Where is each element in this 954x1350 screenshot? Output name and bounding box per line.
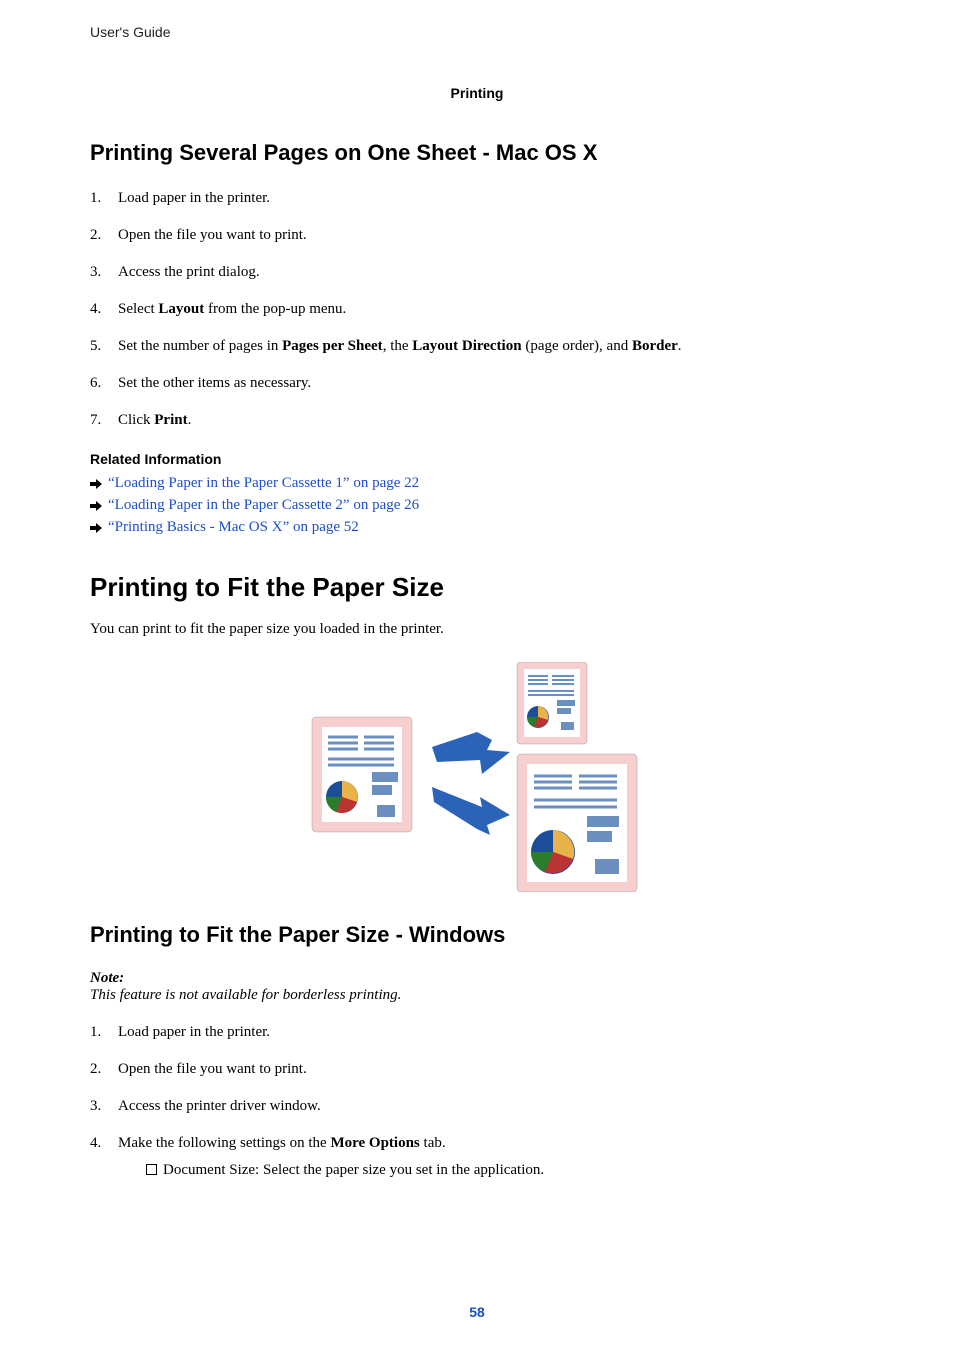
section3-steps: 1.Load paper in the printer. 2.Open the … [90, 1022, 864, 1181]
related-info-title: Related Information [90, 451, 864, 467]
section1-steps: 1.Load paper in the printer. 2.Open the … [90, 188, 864, 431]
related-link[interactable]: “Printing Basics - Mac OS X” on page 52 [90, 519, 864, 536]
link-text: “Printing Basics - Mac OS X” on page 52 [108, 519, 359, 536]
section1-title: Printing Several Pages on One Sheet - Ma… [90, 140, 864, 166]
arrow-right-icon [90, 522, 102, 534]
step: 5.Set the number of pages in Pages per S… [90, 336, 864, 357]
step: 3.Access the printer driver window. [90, 1096, 864, 1117]
link-text: “Loading Paper in the Paper Cassette 1” … [108, 475, 419, 492]
step: 7.Click Print. [90, 410, 864, 431]
step: 4.Make the following settings on the Mor… [90, 1133, 864, 1181]
note-body: This feature is not available for border… [90, 987, 864, 1004]
checkbox-icon [146, 1164, 157, 1175]
arrow-right-icon [90, 478, 102, 490]
step: 6.Set the other items as necessary. [90, 373, 864, 394]
section2-title: Printing to Fit the Paper Size [90, 572, 864, 603]
step: 1.Load paper in the printer. [90, 1022, 864, 1043]
related-link[interactable]: “Loading Paper in the Paper Cassette 2” … [90, 497, 864, 514]
note-label: Note: [90, 970, 864, 987]
step: 2.Open the file you want to print. [90, 1059, 864, 1080]
page-number: 58 [0, 1304, 954, 1320]
step: 2.Open the file you want to print. [90, 225, 864, 246]
link-text: “Loading Paper in the Paper Cassette 2” … [108, 497, 419, 514]
header-guide: User's Guide [90, 24, 170, 40]
step: 4.Select Layout from the pop-up menu. [90, 299, 864, 320]
chapter-title: Printing [0, 85, 954, 101]
step: 1.Load paper in the printer. [90, 188, 864, 209]
section2-intro: You can print to fit the paper size you … [90, 621, 864, 638]
sub-step: Document Size: Select the paper size you… [146, 1160, 864, 1181]
arrow-right-icon [90, 500, 102, 512]
related-link[interactable]: “Loading Paper in the Paper Cassette 1” … [90, 475, 864, 492]
step: 3.Access the print dialog. [90, 262, 864, 283]
fit-paper-figure [90, 662, 864, 892]
section3-title: Printing to Fit the Paper Size - Windows [90, 922, 864, 948]
